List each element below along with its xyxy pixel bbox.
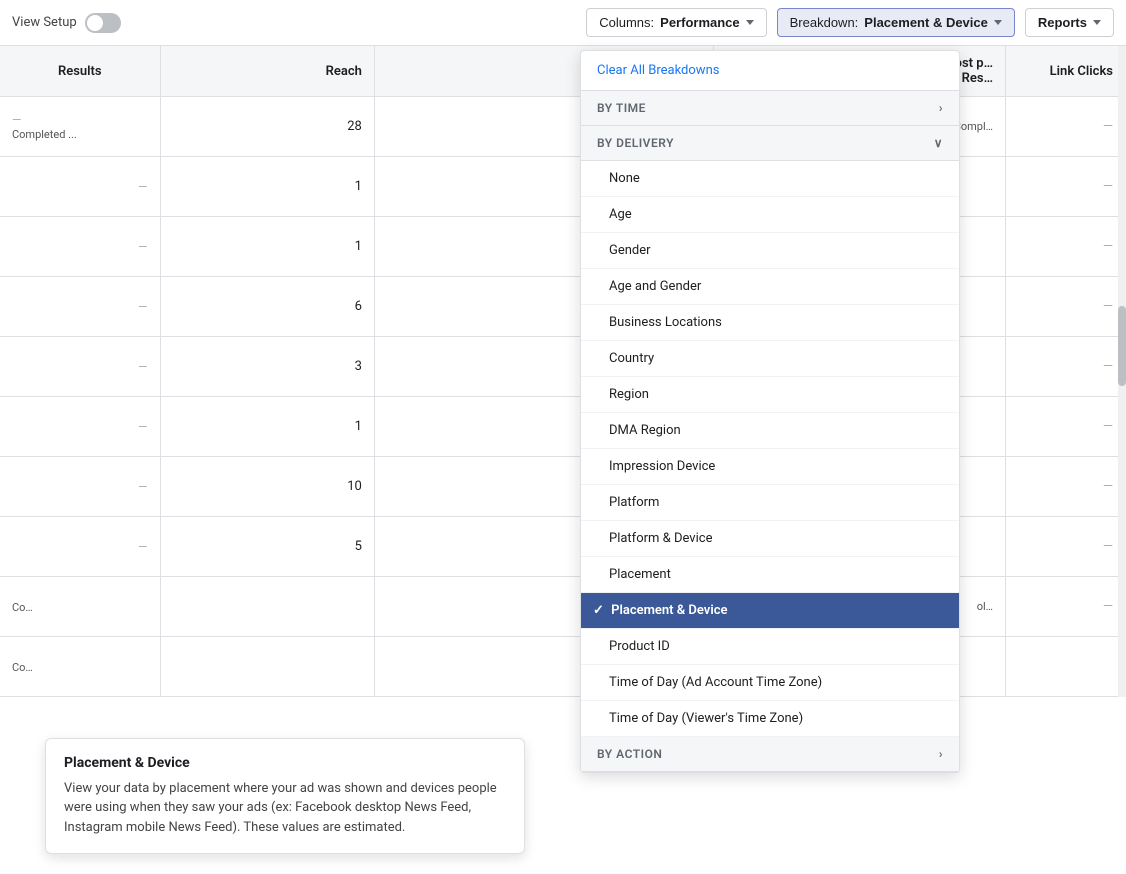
breakdown-button[interactable]: Breakdown: Placement & Device	[777, 8, 1015, 37]
dropdown-item-none[interactable]: None	[581, 161, 959, 197]
row-linkclicks-cell: —	[1006, 97, 1126, 157]
row-results-cell: —	[0, 397, 160, 457]
dropdown-item-placement[interactable]: Placement	[581, 557, 959, 593]
dropdown-item-age-gender[interactable]: Age and Gender	[581, 269, 959, 305]
view-setup-toggle[interactable]	[85, 13, 121, 33]
chevron-down-icon	[746, 20, 754, 25]
by-time-label: BY TIME	[597, 101, 646, 115]
row-linkclicks-cell: —	[1006, 457, 1126, 517]
toolbar: View Setup Columns: Performance Breakdow…	[0, 0, 1126, 46]
chevron-right-icon: ›	[939, 101, 943, 115]
row-linkclicks-cell: —	[1006, 397, 1126, 457]
row-linkclicks-cell: —	[1006, 277, 1126, 337]
row-results-cell: —	[0, 517, 160, 577]
tooltip-body: View your data by placement where your a…	[64, 779, 506, 838]
dropdown-item-time-viewer[interactable]: Time of Day (Viewer's Time Zone)	[581, 701, 959, 737]
by-action-label: BY ACTION	[597, 747, 662, 761]
dropdown-item-impression-device[interactable]: Impression Device	[581, 449, 959, 485]
tooltip-title: Placement & Device	[64, 755, 506, 771]
dropdown-item-product-id[interactable]: Product ID	[581, 629, 959, 665]
row-reach-cell: 1	[160, 397, 374, 457]
chevron-down-icon	[994, 20, 1002, 25]
row-reach-cell: 5	[160, 517, 374, 577]
row-linkclicks-cell: —	[1006, 337, 1126, 397]
scrollbar-thumb[interactable]	[1118, 306, 1126, 386]
row-results-cell: Co…	[0, 577, 160, 637]
dropdown-item-time-ad-account[interactable]: Time of Day (Ad Account Time Zone)	[581, 665, 959, 701]
row-results-cell: — Completed ...	[0, 97, 160, 157]
row-results-cell: —	[0, 217, 160, 277]
row-reach-cell: 1	[160, 157, 374, 217]
reports-button[interactable]: Reports	[1025, 8, 1114, 37]
row-reach-cell: 6	[160, 277, 374, 337]
breakdown-dropdown: Clear All Breakdowns BY TIME › BY DELIVE…	[580, 50, 960, 773]
dropdown-item-region[interactable]: Region	[581, 377, 959, 413]
columns-btn-value: Performance	[660, 15, 739, 30]
breakdown-btn-prefix: Breakdown:	[790, 15, 859, 30]
dropdown-item-platform-device[interactable]: Platform & Device	[581, 521, 959, 557]
row-results-cell: —	[0, 277, 160, 337]
row-results-cell: Co…	[0, 637, 160, 697]
columns-button[interactable]: Columns: Performance	[586, 8, 766, 37]
by-delivery-label: BY DELIVERY	[597, 136, 674, 150]
row-reach-cell: 28	[160, 97, 374, 157]
chevron-right-icon: ›	[939, 747, 943, 761]
view-setup-group: View Setup	[12, 13, 121, 33]
dropdown-item-gender[interactable]: Gender	[581, 233, 959, 269]
dropdown-item-placement-device[interactable]: Placement & Device	[581, 593, 959, 629]
row-reach-cell: 10	[160, 457, 374, 517]
dropdown-item-business-locations[interactable]: Business Locations	[581, 305, 959, 341]
row-reach-cell: 1	[160, 217, 374, 277]
scrollbar[interactable]	[1118, 46, 1126, 697]
chevron-down-icon	[1093, 20, 1101, 25]
dropdown-item-dma-region[interactable]: DMA Region	[581, 413, 959, 449]
row-linkclicks-cell: —	[1006, 517, 1126, 577]
columns-btn-prefix: Columns:	[599, 15, 654, 30]
view-setup-label: View Setup	[12, 15, 77, 30]
row-results-cell: —	[0, 337, 160, 397]
clear-all-breakdowns-row[interactable]: Clear All Breakdowns	[581, 51, 959, 91]
row-results-cell: —	[0, 157, 160, 217]
placement-device-tooltip: Placement & Device View your data by pla…	[45, 738, 525, 855]
col-results-header: Results	[0, 46, 160, 97]
reports-btn-label: Reports	[1038, 15, 1087, 30]
dropdown-item-age[interactable]: Age	[581, 197, 959, 233]
row-results-cell: —	[0, 457, 160, 517]
dropdown-item-platform[interactable]: Platform	[581, 485, 959, 521]
col-reach-header: Reach	[160, 46, 374, 97]
chevron-down-icon: ∨	[934, 136, 943, 150]
row-reach-cell: 3	[160, 337, 374, 397]
clear-all-breakdowns-link[interactable]: Clear All Breakdowns	[597, 63, 719, 78]
col-linkclicks-header: Link Clicks	[1006, 46, 1126, 97]
breakdown-btn-value: Placement & Device	[864, 15, 988, 30]
by-action-section[interactable]: BY ACTION ›	[581, 737, 959, 772]
by-delivery-section[interactable]: BY DELIVERY ∨	[581, 126, 959, 161]
dropdown-item-country[interactable]: Country	[581, 341, 959, 377]
by-time-section[interactable]: BY TIME ›	[581, 91, 959, 126]
row-linkclicks-cell: —	[1006, 157, 1126, 217]
row-linkclicks-cell: —	[1006, 217, 1126, 277]
